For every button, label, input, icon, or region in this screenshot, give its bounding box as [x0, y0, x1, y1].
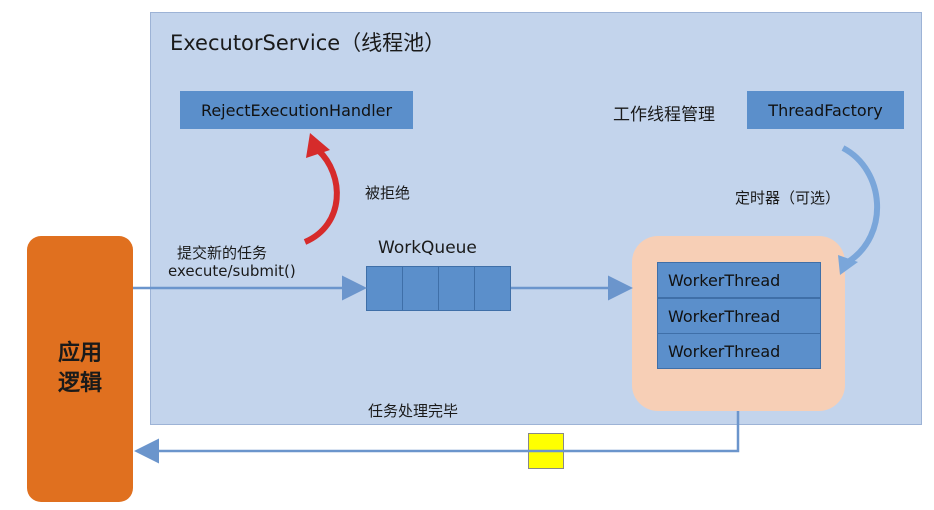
reject-arrow: [303, 147, 340, 245]
reject-arrowhead: [306, 133, 330, 158]
result-arrow: [134, 411, 740, 464]
timer-arrow: [841, 145, 881, 265]
arrows-layer: [133, 133, 881, 464]
